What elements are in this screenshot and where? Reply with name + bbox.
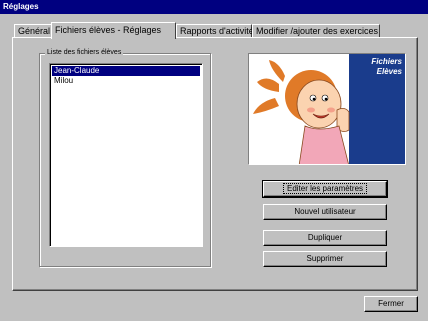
window-title: Réglages xyxy=(0,0,428,14)
list-item[interactable]: Jean-Claude xyxy=(52,66,200,76)
students-group-label: Liste des fichiers élèves xyxy=(45,48,124,57)
delete-button[interactable]: Supprimer xyxy=(263,251,387,267)
list-item[interactable]: Milou xyxy=(52,76,200,86)
illustration-caption: Fichiers Elèves xyxy=(371,57,402,77)
tab-general[interactable]: Général xyxy=(14,24,52,38)
caption-line-2: Elèves xyxy=(376,67,402,76)
students-listbox[interactable]: Jean-Claude Milou xyxy=(49,63,203,247)
edit-parameters-button[interactable]: Editer les paramètres xyxy=(262,180,388,198)
duplicate-button[interactable]: Dupliquer xyxy=(263,230,387,246)
tab-activity-reports[interactable]: Rapports d'activité xyxy=(176,24,254,38)
tab-edit-exercises[interactable]: Modifier /ajouter des exercices xyxy=(252,24,380,38)
tab-student-files[interactable]: Fichiers élèves - Réglages xyxy=(51,22,176,39)
student-files-illustration: Fichiers Elèves xyxy=(248,53,406,165)
edit-parameters-label: Editer les paramètres xyxy=(282,183,368,194)
close-button[interactable]: Fermer xyxy=(364,296,418,312)
new-user-button[interactable]: Nouvel utilisateur xyxy=(263,204,387,220)
settings-window: Réglages Général Fichiers élèves - Régla… xyxy=(0,0,428,321)
caption-line-1: Fichiers xyxy=(371,57,402,66)
